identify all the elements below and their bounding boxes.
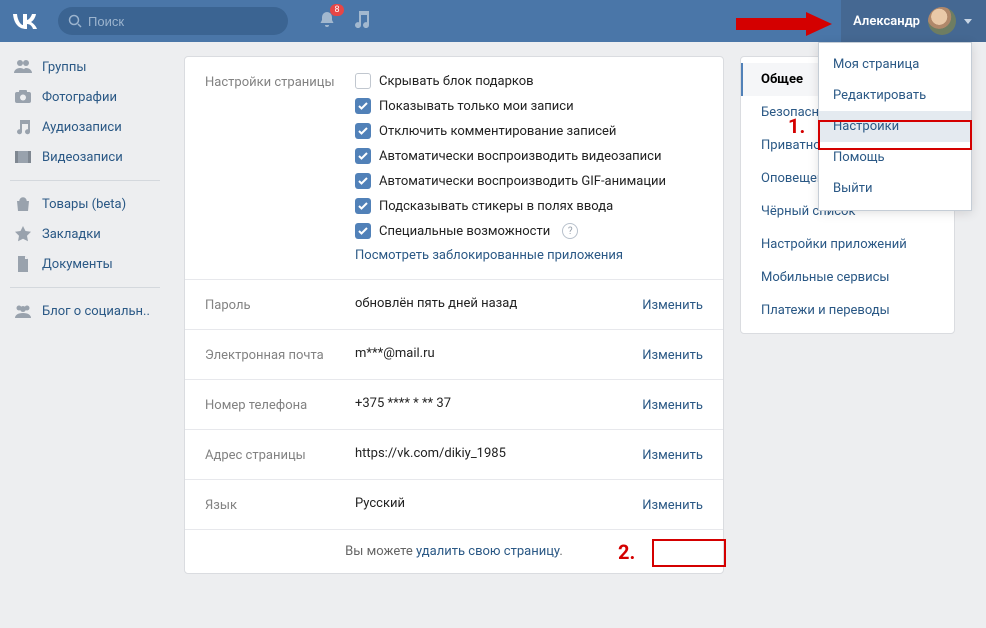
search-icon	[68, 14, 82, 28]
sidebar-item[interactable]: Закладки	[0, 219, 170, 249]
annotation-number-2: 2.	[618, 540, 635, 564]
email-label: Электронная почта	[205, 346, 355, 363]
sidebar-item[interactable]: Видеозаписи	[0, 142, 170, 172]
address-change-link[interactable]: Изменить	[642, 446, 703, 463]
checkbox-label: Показывать только мои записи	[379, 99, 574, 114]
notif-badge: 8	[330, 4, 344, 16]
music-icon	[14, 118, 32, 136]
sidebar-item-label: Аудиозаписи	[42, 120, 122, 135]
password-label: Пароль	[205, 296, 355, 313]
checkbox-icon[interactable]	[355, 98, 371, 114]
video-icon	[14, 148, 32, 166]
sidebar-item-label: Блог о социальн..	[42, 304, 150, 319]
sidebar-item[interactable]: Группы	[0, 52, 170, 82]
phone-label: Номер телефона	[205, 396, 355, 413]
user-menu-item[interactable]: Настройки	[819, 111, 971, 142]
checkbox-label: Специальные возможности	[379, 224, 550, 239]
checkbox-label: Автоматически воспроизводить GIF-анимаци…	[379, 174, 666, 189]
user-menu-toggle[interactable]: Александр	[841, 0, 986, 42]
settings-checkbox-row[interactable]: Автоматически воспроизводить GIF-анимаци…	[355, 173, 703, 189]
settings-checkbox-row[interactable]: Специальные возможности?	[355, 223, 703, 239]
email-value: m***@mail.ru	[355, 346, 642, 363]
sidebar-item-label: Товары (beta)	[42, 197, 126, 212]
settings-checkbox-row[interactable]: Показывать только мои записи	[355, 98, 703, 114]
sidebar-item-label: Документы	[42, 257, 113, 272]
sidebar-item-label: Группы	[42, 60, 86, 75]
sidebar-item-label: Закладки	[42, 227, 101, 242]
annotation-number-1: 1.	[788, 114, 805, 138]
delete-page-link[interactable]: удалить свою страницу	[416, 544, 559, 559]
checkbox-icon[interactable]	[355, 173, 371, 189]
checkbox-label: Автоматически воспроизводить видеозаписи	[379, 149, 661, 164]
blocked-apps-link[interactable]: Посмотреть заблокированные приложения	[355, 248, 703, 263]
language-value: Русский	[355, 496, 642, 513]
settings-checkbox-row[interactable]: Отключить комментирование записей	[355, 123, 703, 139]
search-input[interactable]	[88, 14, 268, 29]
user-menu-item[interactable]: Выйти	[819, 173, 971, 204]
language-label: Язык	[205, 496, 355, 513]
user-dropdown: Моя страницаРедактироватьНастройкиПомощь…	[818, 42, 972, 211]
help-icon[interactable]: ?	[562, 223, 578, 239]
user-menu-item[interactable]: Моя страница	[819, 49, 971, 80]
checkbox-label: Отключить комментирование записей	[379, 124, 616, 139]
sidebar-item[interactable]: Аудиозаписи	[0, 112, 170, 142]
settings-checkbox-row[interactable]: Скрывать блок подарков	[355, 73, 703, 89]
sidebar-item-label: Фотографии	[42, 90, 117, 105]
checkbox-icon[interactable]	[355, 148, 371, 164]
checkbox-label: Подсказывать стикеры в полях ввода	[379, 199, 613, 214]
sidebar-item[interactable]: Документы	[0, 249, 170, 279]
settings-panel: Настройки страницы Скрывать блок подарко…	[184, 56, 724, 574]
delete-page-note: Вы можете удалить свою страницу.	[185, 530, 723, 573]
checkbox-icon[interactable]	[355, 73, 371, 89]
page-settings-label: Настройки страницы	[205, 73, 355, 263]
bag-icon	[14, 195, 32, 213]
settings-checkbox-row[interactable]: Подсказывать стикеры в полях ввода	[355, 198, 703, 214]
sidebar-item[interactable]: Товары (beta)	[0, 189, 170, 219]
user-menu-item[interactable]: Редактировать	[819, 80, 971, 111]
sidebar-item-label: Видеозаписи	[42, 150, 123, 165]
password-change-link[interactable]: Изменить	[642, 296, 703, 313]
address-value: https://vk.com/dikiy_1985	[355, 446, 642, 463]
email-change-link[interactable]: Изменить	[642, 346, 703, 363]
settings-nav-item[interactable]: Платежи и переводы	[741, 294, 954, 327]
sidebar-item[interactable]: Фотографии	[0, 82, 170, 112]
address-label: Адрес страницы	[205, 446, 355, 463]
settings-nav-item[interactable]: Мобильные сервисы	[741, 261, 954, 294]
username: Александр	[853, 14, 920, 29]
checkbox-icon[interactable]	[355, 123, 371, 139]
chevron-down-icon	[964, 19, 972, 24]
top-header: 8 Александр	[0, 0, 986, 42]
doc-icon	[14, 255, 32, 273]
settings-checkbox-row[interactable]: Автоматически воспроизводить видеозаписи	[355, 148, 703, 164]
search-box[interactable]	[58, 7, 288, 35]
left-sidebar: Группы Фотографии Аудиозаписи Видеозаписи Т…	[0, 42, 170, 574]
group-icon	[14, 302, 32, 320]
notifications-icon[interactable]: 8	[318, 10, 336, 32]
settings-nav-item[interactable]: Настройки приложений	[741, 228, 954, 261]
checkbox-icon[interactable]	[355, 223, 371, 239]
star-icon	[14, 225, 32, 243]
music-icon[interactable]	[354, 10, 370, 32]
users-icon	[14, 58, 32, 76]
sidebar-item[interactable]: Блог о социальн..	[0, 296, 170, 326]
phone-value: +375 **** * ** 37	[355, 396, 642, 413]
checkbox-label: Скрывать блок подарков	[379, 74, 534, 89]
avatar	[928, 7, 956, 35]
camera-icon	[14, 88, 32, 106]
checkbox-icon[interactable]	[355, 198, 371, 214]
password-value: обновлён пять дней назад	[355, 296, 642, 313]
vk-logo[interactable]	[12, 13, 38, 29]
language-change-link[interactable]: Изменить	[642, 496, 703, 513]
phone-change-link[interactable]: Изменить	[642, 396, 703, 413]
user-menu-item[interactable]: Помощь	[819, 142, 971, 173]
